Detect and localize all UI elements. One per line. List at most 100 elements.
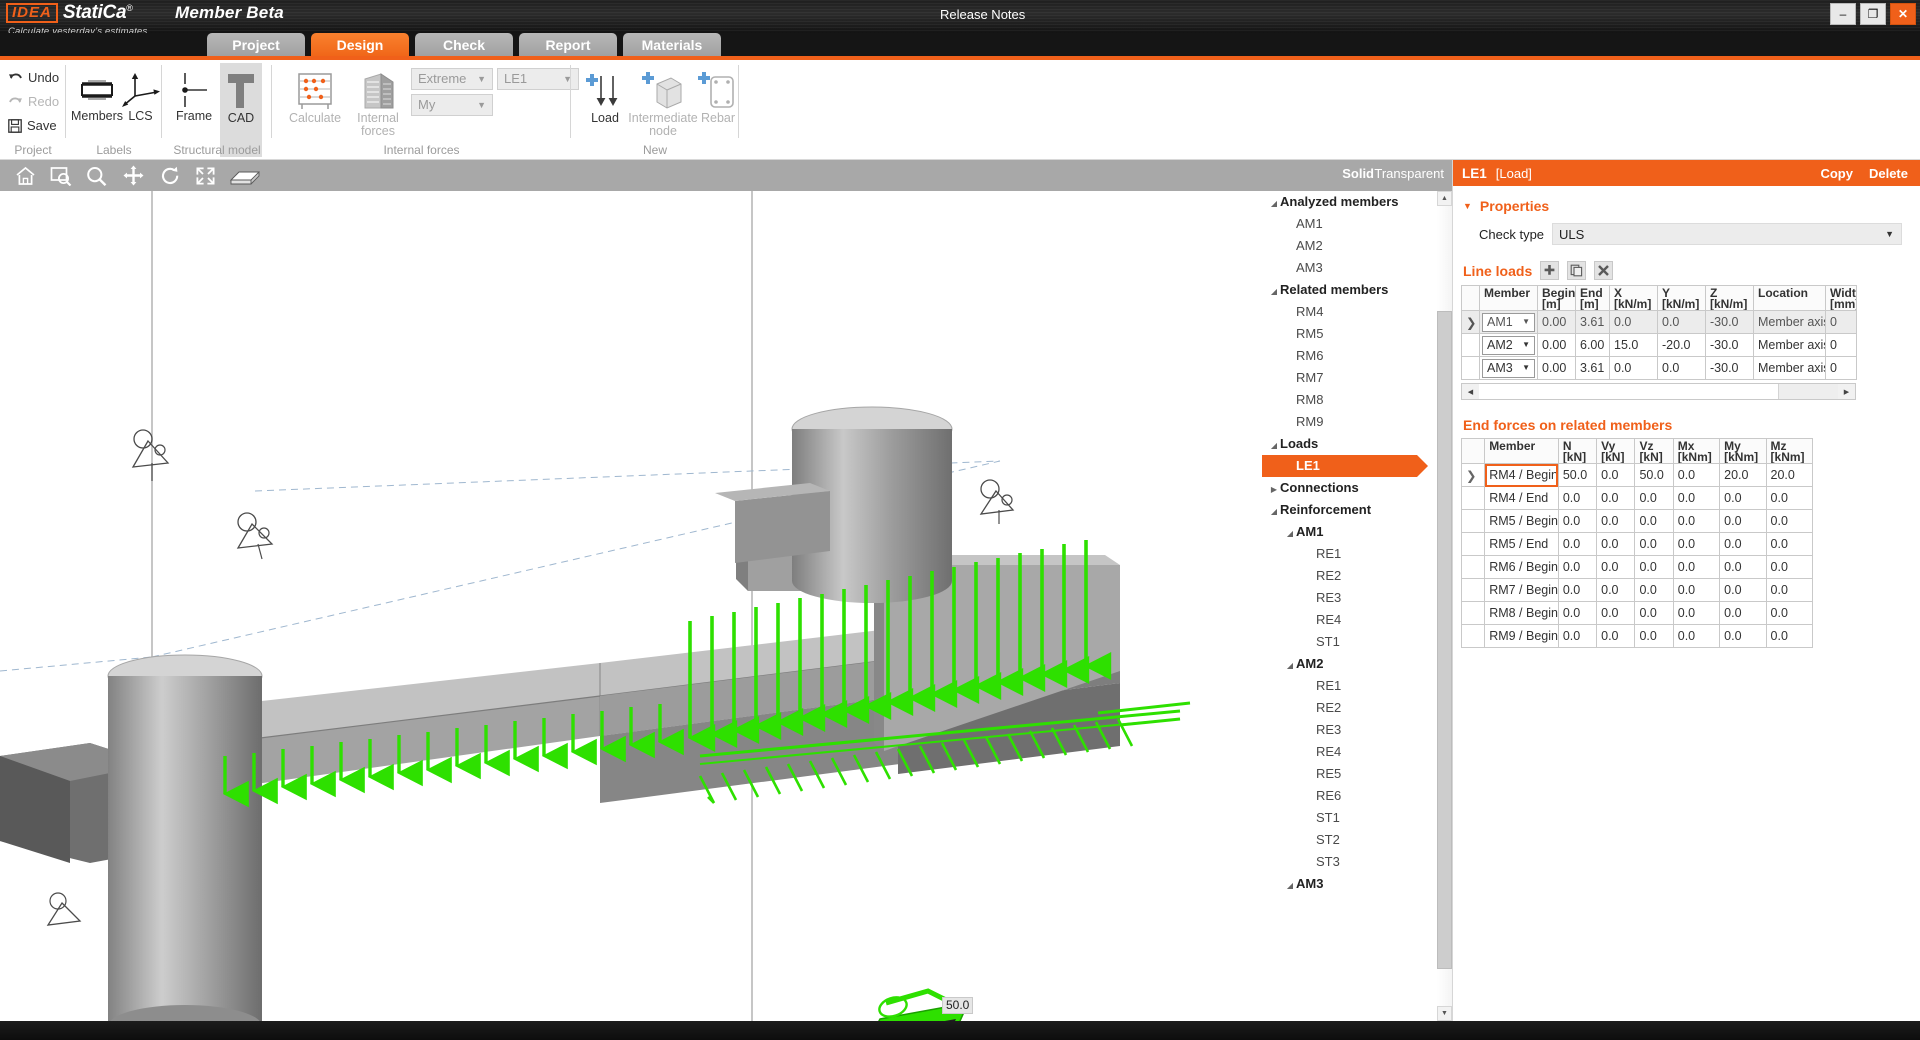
member-cell[interactable]: RM8 / Begin — [1485, 602, 1559, 625]
mx-cell[interactable]: 0.0 — [1673, 533, 1719, 556]
location-cell[interactable]: Member axis — [1754, 357, 1826, 380]
component-select[interactable]: My ▼ — [411, 94, 493, 116]
vy-cell[interactable]: 0.0 — [1597, 625, 1635, 648]
tree-item-am3[interactable]: AM3 — [1262, 257, 1452, 279]
my-cell[interactable]: 0.0 — [1720, 533, 1766, 556]
tree-item-am2[interactable]: ◢AM2 — [1262, 653, 1452, 675]
table-row[interactable]: RM5 / End0.00.00.00.00.00.0 — [1462, 533, 1813, 556]
tree-item-le1[interactable]: LE1 — [1262, 455, 1417, 477]
y-cell[interactable]: 0.0 — [1658, 311, 1706, 334]
begin-cell[interactable]: 0.00 — [1538, 357, 1576, 380]
close-icon[interactable]: ✕ — [1890, 3, 1916, 25]
mx-cell[interactable]: 0.0 — [1673, 464, 1719, 487]
tree-item-st1[interactable]: ST1 — [1262, 631, 1452, 653]
member-cell[interactable]: AM3▼ — [1480, 357, 1538, 380]
vy-cell[interactable]: 0.0 — [1597, 579, 1635, 602]
member-select[interactable]: AM2▼ — [1482, 336, 1535, 355]
scroll-right-icon[interactable]: ▶ — [1838, 384, 1855, 399]
mz-cell[interactable]: 0.0 — [1766, 625, 1812, 648]
my-cell[interactable]: 0.0 — [1720, 556, 1766, 579]
load-effect-select[interactable]: LE1 ▼ — [497, 68, 579, 90]
add-intermediate-node-button[interactable]: Intermediate node — [631, 70, 695, 138]
tree-item-re1[interactable]: RE1 — [1262, 543, 1452, 565]
member-cell[interactable]: RM7 / Begin — [1485, 579, 1559, 602]
my-cell[interactable]: 0.0 — [1720, 510, 1766, 533]
release-notes-link[interactable]: Release Notes — [940, 7, 1025, 22]
tree-item-st1[interactable]: ST1 — [1262, 807, 1452, 829]
hscroll-track[interactable] — [1479, 384, 1838, 399]
scroll-up-icon[interactable]: ▲ — [1437, 191, 1452, 206]
minimize-icon[interactable]: – — [1830, 3, 1856, 25]
redo-button[interactable]: Redo — [8, 94, 59, 109]
frame-button[interactable]: Frame — [169, 70, 219, 123]
copy-button[interactable]: Copy — [1820, 166, 1853, 181]
table-row[interactable]: AM3▼0.003.610.00.0-30.0Member axis0 — [1462, 357, 1857, 380]
mx-cell[interactable]: 0.0 — [1673, 556, 1719, 579]
location-cell[interactable]: Member axis — [1754, 334, 1826, 357]
vz-cell[interactable]: 0.0 — [1635, 602, 1673, 625]
member-cell[interactable]: RM4 / End — [1485, 487, 1559, 510]
solid-view-toggle[interactable]: Solid — [1342, 166, 1374, 181]
vy-cell[interactable]: 0.0 — [1597, 510, 1635, 533]
vy-cell[interactable]: 0.0 — [1597, 487, 1635, 510]
mz-cell[interactable]: 0.0 — [1766, 533, 1812, 556]
tree-item-connections[interactable]: ▶Connections — [1262, 477, 1452, 499]
mz-cell[interactable]: 0.0 — [1766, 579, 1812, 602]
vz-cell[interactable]: 0.0 — [1635, 556, 1673, 579]
member-select[interactable]: AM3▼ — [1482, 359, 1535, 378]
member-cell[interactable]: RM4 / Begin — [1485, 464, 1559, 487]
add-line-load-icon[interactable] — [1540, 261, 1559, 280]
x-cell[interactable]: 0.0 — [1610, 311, 1658, 334]
table-row[interactable]: RM7 / Begin0.00.00.00.00.00.0 — [1462, 579, 1813, 602]
transparent-view-toggle[interactable]: Transparent — [1374, 166, 1444, 181]
width-cell[interactable]: 0 — [1826, 311, 1857, 334]
tree-expander-icon[interactable]: ◢ — [1284, 875, 1296, 897]
tree-item-re5[interactable]: RE5 — [1262, 763, 1452, 785]
my-cell[interactable]: 0.0 — [1720, 602, 1766, 625]
tree-item-am3[interactable]: ◢AM3 — [1262, 873, 1452, 895]
mx-cell[interactable]: 0.0 — [1673, 579, 1719, 602]
n-cell[interactable]: 50.0 — [1558, 464, 1596, 487]
zoom-icon[interactable] — [83, 163, 109, 188]
tree-scrollbar[interactable]: ▲ ▼ — [1437, 191, 1452, 1021]
tree-item-am1[interactable]: ◢AM1 — [1262, 521, 1452, 543]
vy-cell[interactable]: 0.0 — [1597, 602, 1635, 625]
internal-forces-button[interactable]: Internal forces — [350, 70, 406, 138]
member-cell[interactable]: RM9 / Begin — [1485, 625, 1559, 648]
tree-item-re4[interactable]: RE4 — [1262, 741, 1452, 763]
tree-item-rm6[interactable]: RM6 — [1262, 345, 1452, 367]
tree-item-rm7[interactable]: RM7 — [1262, 367, 1452, 389]
tree-expander-icon[interactable]: ◢ — [1284, 655, 1296, 677]
vz-cell[interactable]: 0.0 — [1635, 625, 1673, 648]
begin-cell[interactable]: 0.00 — [1538, 334, 1576, 357]
undo-button[interactable]: Undo — [8, 70, 59, 85]
tree-item-st3[interactable]: ST3 — [1262, 851, 1452, 873]
members-button[interactable]: Members — [71, 70, 123, 123]
model-tree[interactable]: ◢Analyzed membersAM1AM2AM3◢Related membe… — [1262, 191, 1452, 1021]
mz-cell[interactable]: 0.0 — [1766, 602, 1812, 625]
tree-expander-icon[interactable]: ▶ — [1268, 479, 1280, 501]
member-cell[interactable]: RM6 / Begin — [1485, 556, 1559, 579]
n-cell[interactable]: 0.0 — [1558, 579, 1596, 602]
rotate-icon[interactable] — [157, 163, 183, 188]
calculate-button[interactable]: Calculate — [282, 70, 348, 125]
tree-item-am2[interactable]: AM2 — [1262, 235, 1452, 257]
y-cell[interactable]: 0.0 — [1658, 357, 1706, 380]
n-cell[interactable]: 0.0 — [1558, 602, 1596, 625]
copy-line-load-icon[interactable] — [1567, 261, 1586, 280]
tree-item-re3[interactable]: RE3 — [1262, 719, 1452, 741]
fit-icon[interactable] — [192, 163, 218, 188]
tree-expander-icon[interactable]: ◢ — [1268, 435, 1280, 457]
my-cell[interactable]: 0.0 — [1720, 487, 1766, 510]
delete-button[interactable]: Delete — [1869, 166, 1908, 181]
width-cell[interactable]: 0 — [1826, 357, 1857, 380]
tree-item-loads[interactable]: ◢Loads — [1262, 433, 1452, 455]
table-row[interactable]: AM2▼0.006.0015.0-20.0-30.0Member axis0 — [1462, 334, 1857, 357]
vz-cell[interactable]: 0.0 — [1635, 533, 1673, 556]
lcs-button[interactable]: LCS — [123, 70, 158, 123]
end-cell[interactable]: 3.61 — [1576, 311, 1610, 334]
tree-item-rm8[interactable]: RM8 — [1262, 389, 1452, 411]
table-row[interactable]: ❯AM1▼0.003.610.00.0-30.0Member axis0 — [1462, 311, 1857, 334]
tree-item-reinforcement[interactable]: ◢Reinforcement — [1262, 499, 1452, 521]
x-cell[interactable]: 0.0 — [1610, 357, 1658, 380]
